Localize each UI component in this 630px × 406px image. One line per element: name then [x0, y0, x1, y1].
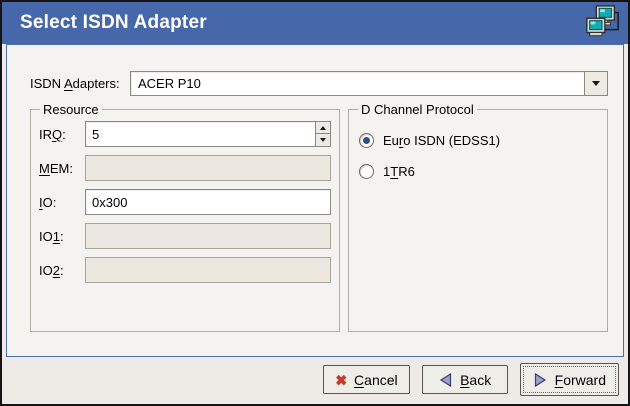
io2-label: IO2: — [39, 263, 85, 278]
red-x-icon: ✖ — [335, 373, 347, 387]
mem-label: MEM: — [39, 161, 85, 176]
spin-up-icon[interactable] — [315, 121, 331, 134]
irq-row: IRQ: — [39, 121, 331, 147]
network-computers-icon — [583, 5, 621, 41]
io-input[interactable] — [85, 189, 331, 215]
forward-button[interactable]: Forward — [520, 363, 619, 396]
cancel-button[interactable]: ✖ Cancel — [323, 365, 409, 394]
isdn-adapters-label: ISDN Adapters: — [30, 76, 130, 91]
io1-row: IO1: — [39, 223, 331, 249]
d-channel-protocol-group: D Channel Protocol Euro ISDN (EDSS1) 1TR… — [348, 102, 608, 332]
radio-1tr6[interactable]: 1TR6 — [359, 164, 597, 179]
io2-row: IO2: — [39, 257, 331, 283]
dialog-header: Select ISDN Adapter — [2, 2, 628, 44]
isdn-adapter-combobox[interactable]: ACER P10 — [130, 71, 608, 96]
back-button[interactable]: Back — [422, 365, 508, 394]
page-title: Select ISDN Adapter — [20, 12, 207, 34]
io-row: IO: — [39, 189, 331, 215]
mem-row: MEM: — [39, 155, 331, 181]
wizard-button-bar: ✖ Cancel Back Forward — [2, 357, 628, 404]
select-isdn-adapter-dialog: Select ISDN Adapter ISDN Adapters: ACER … — [0, 0, 630, 406]
isdn-adapters-row: ISDN Adapters: ACER P10 — [30, 71, 608, 96]
chevron-down-icon — [592, 81, 600, 86]
forward-button-label: Forward — [555, 372, 606, 388]
irq-spinner — [85, 121, 331, 147]
frames-row: Resource IRQ: MEM: I — [30, 102, 608, 332]
resource-group-title: Resource — [40, 102, 102, 117]
resource-group: Resource IRQ: MEM: I — [30, 102, 340, 332]
irq-label: IRQ: — [39, 127, 85, 142]
wizard-content-area: ISDN Adapters: ACER P10 Resource IRQ: — [6, 44, 624, 357]
radio-1tr6-label: 1TR6 — [383, 164, 415, 179]
mem-input — [85, 155, 331, 181]
back-button-label: Back — [460, 372, 491, 388]
isdn-adapter-selected-value[interactable]: ACER P10 — [130, 71, 584, 96]
io-label: IO: — [39, 195, 85, 210]
radio-euro-isdn[interactable]: Euro ISDN (EDSS1) — [359, 133, 597, 148]
io1-input — [85, 223, 331, 249]
io2-input — [85, 257, 331, 283]
irq-spin-buttons — [315, 121, 331, 147]
radio-button-icon[interactable] — [359, 164, 374, 179]
left-arrow-icon — [438, 372, 453, 388]
irq-input[interactable] — [85, 121, 315, 147]
radio-euro-isdn-label: Euro ISDN (EDSS1) — [383, 133, 500, 148]
io1-label: IO1: — [39, 229, 85, 244]
combo-dropdown-button[interactable] — [584, 71, 608, 96]
right-arrow-icon — [533, 372, 548, 388]
radio-button-icon[interactable] — [359, 133, 374, 148]
d-channel-protocol-title: D Channel Protocol — [358, 102, 477, 117]
focus-ring: Forward — [523, 366, 616, 393]
spin-down-icon[interactable] — [315, 134, 331, 147]
cancel-button-label: Cancel — [354, 372, 398, 388]
